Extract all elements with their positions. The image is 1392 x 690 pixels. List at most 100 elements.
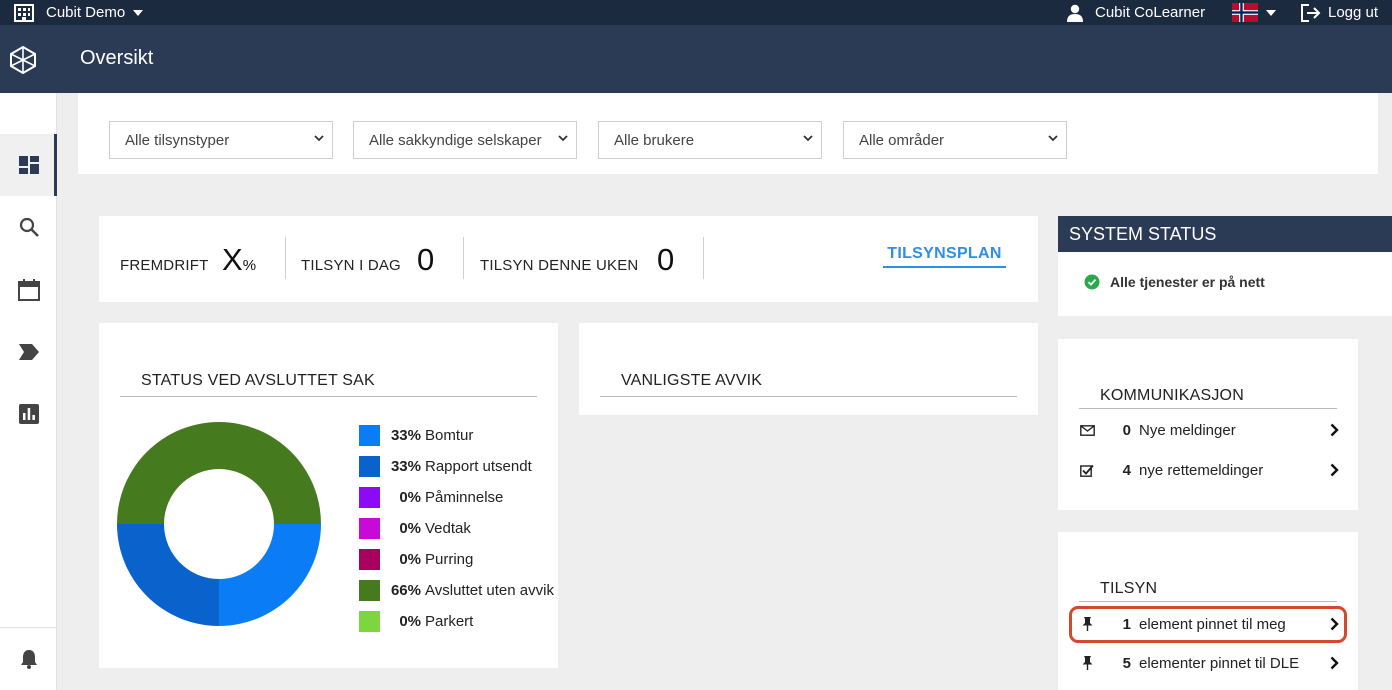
building-icon [14,3,34,22]
chevron-right-icon [1330,656,1339,670]
chevron-down-icon [314,135,324,142]
legend-percent: 66% [390,582,421,599]
users-value: Alle brukere [614,131,695,149]
search-icon [19,217,39,237]
logout-label: Logg ut [1328,4,1379,21]
today-label: TILSYN I DAG [301,257,401,274]
legend-swatch [359,487,380,508]
legend-item: 33% Rapport utsendt [359,456,532,477]
pinned-to-dle-count: 5 [1122,654,1131,672]
legend-swatch [359,611,380,632]
page-header: Oversikt [0,25,1392,93]
sidebar-item-tags[interactable] [0,321,57,383]
areas-value: Alle områder [859,131,945,149]
dashboard-icon [18,156,39,174]
sidebar-item-reports[interactable] [0,383,57,445]
correction-messages-row[interactable]: 4 nye rettemeldinger [1079,455,1341,485]
inspection-type-select[interactable]: Alle tilsynstyper [109,121,333,159]
legend-item: 0% Vedtak [359,518,471,539]
page-title: Oversikt [80,47,154,69]
caret-down-icon [1266,9,1276,16]
user-menu[interactable]: Cubit CoLearner [1066,2,1205,23]
donut-slice [219,524,321,626]
pin-icon [1082,656,1092,670]
chevron-down-icon [1048,135,1058,142]
legend-label: Bomtur [425,427,474,444]
progress-value: X% [222,242,256,278]
legend-percent: 0% [399,551,421,568]
new-messages-row[interactable]: 0 Nye meldinger [1079,415,1341,445]
inspection-plan-link[interactable]: TILSYNSPLAN [883,245,1006,268]
company-value: Alle sakkyndige selskaper [369,131,542,149]
common-deviations-card [579,323,1038,415]
bell-icon [20,650,37,669]
chevron-down-icon [803,135,813,142]
legend-label: Avsluttet uten avvik [425,582,554,599]
legend-label: Påminnelse [425,489,504,506]
week-value: 0 [657,242,675,277]
norway-flag-icon [1232,3,1258,22]
correction-messages-count: 4 [1122,461,1131,479]
legend-item: 0% Påminnelse [359,487,503,508]
legend-label: Purring [425,551,474,568]
legend-percent: 33% [390,458,421,475]
legend-item: 0% Parkert [359,611,473,632]
progress-number: X [222,242,243,277]
system-status-title: SYSTEM STATUS [1058,216,1392,252]
company-select[interactable]: Alle sakkyndige selskaper [353,121,577,159]
org-name: Cubit Demo [46,4,126,21]
legend-item: 66% Avsluttet uten avvik [359,580,554,601]
sidebar-item-calendar[interactable] [0,259,57,321]
legend-swatch [359,425,380,446]
sidebar-item-search[interactable] [0,196,57,258]
new-messages-count: 0 [1122,421,1131,439]
progress-unit: % [242,257,257,274]
legend-label: Rapport utsendt [425,458,532,475]
chevron-down-icon [558,135,568,142]
common-deviations-title: VANLIGSTE AVVIK [600,372,1017,397]
inspection-type-value: Alle tilsynstyper [125,131,230,149]
legend-percent: 33% [390,427,421,444]
logout-button[interactable]: Logg ut [1300,2,1378,23]
highlight-outline [1069,606,1347,643]
legend-percent: 0% [399,520,421,537]
legend-label: Vedtak [425,520,471,537]
pinned-to-dle-row[interactable]: 5 elementer pinnet til DLE [1079,648,1341,678]
status-donut-chart [117,422,321,626]
legend-item: 0% Purring [359,549,473,570]
chevron-right-icon [1330,463,1339,477]
bar-chart-icon [18,404,39,424]
user-name: Cubit CoLearner [1095,4,1206,21]
sidebar-item-dashboard[interactable] [0,134,57,196]
donut-slice [117,422,321,524]
areas-select[interactable]: Alle områder [843,121,1067,159]
pinned-to-dle-label: elementer pinnet til DLE [1139,654,1300,672]
legend-swatch [359,580,380,601]
sidebar-item-notifications[interactable] [0,628,57,690]
stats-divider [703,237,704,279]
user-icon [1067,4,1083,22]
stats-divider [285,237,286,279]
legend-swatch [359,549,380,570]
sidebar [0,93,57,690]
envelope-icon [1079,424,1095,436]
week-label: TILSYN DENNE UKEN [480,257,639,274]
org-switcher[interactable]: Cubit Demo [14,2,155,23]
new-messages-label: Nye meldinger [1139,421,1236,439]
legend-percent: 0% [399,613,421,630]
legend-swatch [359,518,380,539]
language-selector[interactable] [1232,2,1276,23]
status-card-title: STATUS VED AVSLUTTET SAK [120,372,537,397]
cubit-logo-icon[interactable] [10,46,36,74]
inspections-title: TILSYN [1079,580,1337,602]
caret-down-icon [133,9,144,16]
check-circle-icon [1084,274,1100,290]
legend-percent: 0% [399,489,421,506]
legend-label: Parkert [425,613,474,630]
progress-label: FREMDRIFT [120,257,209,274]
communication-title: KOMMUNIKASJON [1079,387,1337,409]
users-select[interactable]: Alle brukere [598,121,822,159]
today-value: 0 [417,242,435,277]
top-bar: Cubit Demo Cubit CoLearner Logg ut [0,0,1392,25]
calendar-icon [17,279,40,301]
